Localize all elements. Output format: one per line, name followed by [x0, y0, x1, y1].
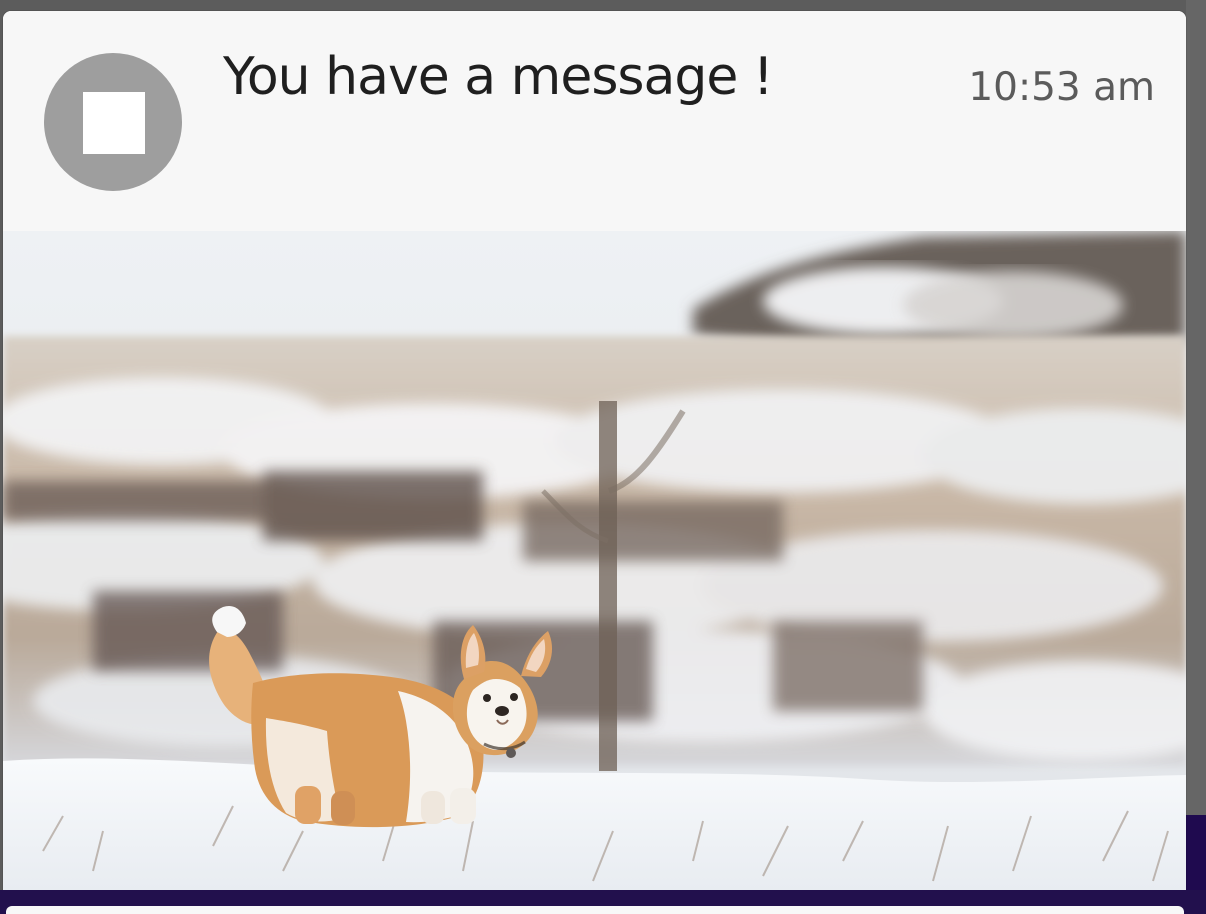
stop-square-icon: [83, 92, 145, 154]
right-side-panel: [1186, 0, 1206, 914]
photo-illustration: [3, 231, 1186, 891]
message-notification-card[interactable]: You have a message ! 10:53 am: [3, 11, 1186, 891]
avatar: [44, 53, 182, 191]
bottom-input-field[interactable]: [6, 906, 1184, 914]
corgi-in-snow-image: [3, 231, 1186, 891]
screen: You have a message ! 10:53 am: [0, 0, 1206, 914]
notification-time: 10:53 am: [968, 65, 1155, 110]
notification-title: You have a message !: [223, 47, 774, 107]
notification-header: You have a message ! 10:53 am: [3, 11, 1186, 231]
